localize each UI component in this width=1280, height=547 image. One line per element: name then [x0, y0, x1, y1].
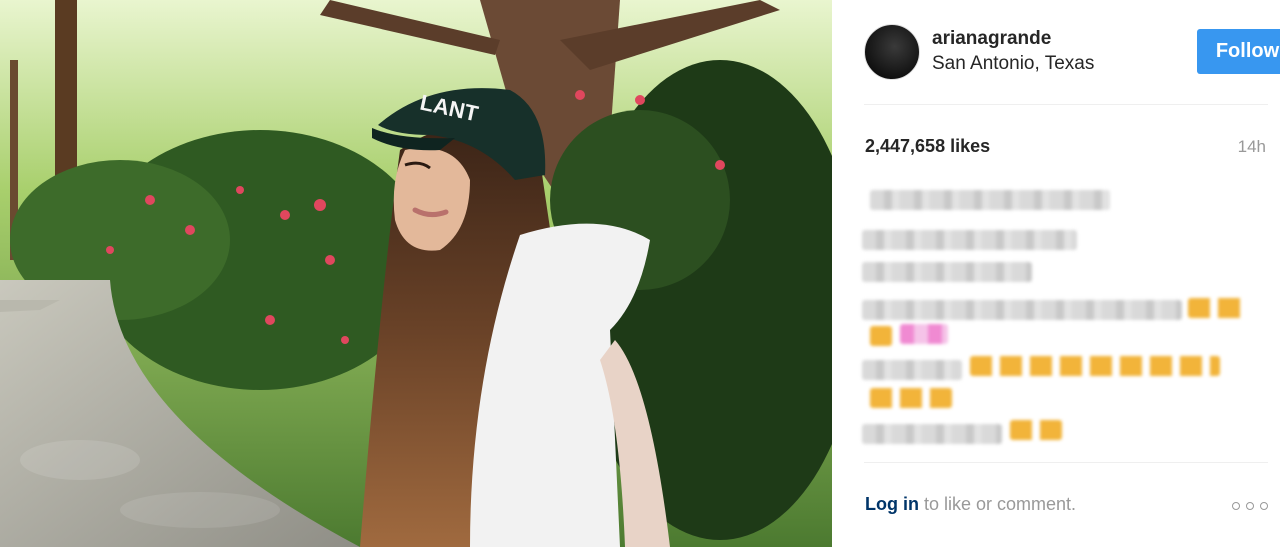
emoji — [970, 356, 1220, 376]
login-prompt-text: to like or comment. — [918, 494, 1077, 514]
emoji — [900, 324, 948, 344]
emoji — [870, 326, 892, 346]
post-photo[interactable]: LANT — [0, 0, 832, 547]
comment-row — [862, 262, 1032, 282]
comment-row — [862, 230, 1077, 250]
login-prompt: Log in to like or comment. — [865, 494, 1076, 515]
comment-row — [862, 424, 1002, 444]
caption-line — [870, 190, 1110, 210]
location-link[interactable]: San Antonio, Texas — [932, 53, 1094, 75]
comment-row — [862, 300, 1182, 320]
follow-button[interactable]: Follow — [1197, 29, 1280, 74]
likes-count[interactable]: 2,447,658 likes — [865, 136, 990, 157]
avatar[interactable] — [864, 24, 920, 80]
post-side-panel: arianagrande San Antonio, Texas Follow 2… — [832, 0, 1280, 547]
more-options-icon[interactable] — [1232, 500, 1268, 512]
login-link[interactable]: Log in — [865, 494, 919, 514]
footer-divider — [864, 462, 1268, 463]
header-divider — [864, 104, 1268, 105]
emoji — [1010, 420, 1062, 440]
photo-illustration: LANT — [0, 0, 832, 547]
post-timestamp[interactable]: 14h — [1238, 137, 1266, 157]
post-header: arianagrande San Antonio, Texas Follow — [864, 24, 1280, 80]
username-link[interactable]: arianagrande — [932, 28, 1051, 50]
comment-row — [862, 360, 962, 380]
emoji — [1188, 298, 1244, 318]
emoji — [870, 388, 952, 408]
